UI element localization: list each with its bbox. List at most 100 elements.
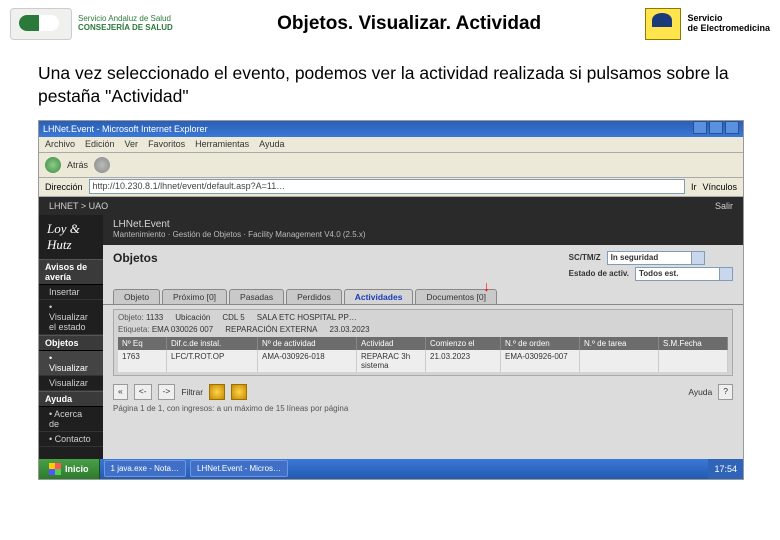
tab-perdidos[interactable]: Perdidos [286,289,342,304]
sidebar-item-contacto[interactable]: • Contacto [39,432,103,447]
menu-ayuda[interactable]: Ayuda [259,139,284,149]
sidebar-item-visualizar-estado[interactable]: • Visualizar el estado [39,300,103,335]
fecha-val: 23.03.2023 [330,325,370,334]
ie-toolbar[interactable]: Atrás [39,153,743,178]
page-info-2: líneas por página [287,404,348,413]
system-tray[interactable]: 17:54 [708,459,743,479]
pager-next[interactable]: -> [158,384,176,400]
col-nord[interactable]: N.º de orden [501,337,580,350]
col-act[interactable]: Actividad [357,337,426,350]
addr-label: Dirección [45,182,83,192]
menu-edicion[interactable]: Edición [85,139,115,149]
logo-junta-andalucia: Servicio Andaluz de Salud CONSEJERÍA DE … [10,8,173,40]
ubic-val: CDL 5 [222,313,244,322]
start-button[interactable]: Inicio [39,459,100,479]
detail-panel: Objeto: 1133 Ubicación CDL 5 SALA ETC HO… [113,309,733,376]
cell-ntar [580,350,659,372]
pager-help-label[interactable]: Ayuda [688,387,712,397]
etq-val: EMA 030026 007 [152,325,213,334]
grid-header: Nº Eq Dif.c.de instal. Nº de actividad A… [118,337,728,350]
obj-label: Objeto: [118,313,144,322]
pager: « <- -> Filtrar Ayuda ? [103,380,743,404]
slide-header: Servicio Andaluz de Salud CONSEJERÍA DE … [0,0,780,44]
tab-pasadas[interactable]: Pasadas [229,289,284,304]
filter-scn-select[interactable]: In seguridad [607,251,705,265]
menu-favoritos[interactable]: Favoritos [148,139,185,149]
filter-star2-icon[interactable] [231,384,247,400]
sidebar: Loy & Hutz Avisos de avería Insertar • V… [39,215,103,480]
slide-body-text: Una vez seleccionado el evento, podemos … [0,44,780,108]
col-ntar[interactable]: N.º de tarea [580,337,659,350]
menu-archivo[interactable]: Archivo [45,139,75,149]
task-btn-2[interactable]: LHNet.Event - Micros… [190,460,288,477]
cell-smf [659,350,728,372]
andalucia-emblem-icon [10,8,72,40]
addr-url[interactable]: http://10.230.8.1/lhnet/event/default.as… [89,179,685,194]
pager-prev[interactable]: <- [134,384,152,400]
brand-logo: Loy & Hutz [39,219,103,259]
col-nact[interactable]: Nº de actividad [258,337,357,350]
logo-electromedicina: Servicio de Electromedicina [645,8,770,40]
desc-val: REPARACIÓN EXTERNA [225,325,317,334]
etq-label: Etiqueta: [118,325,150,334]
obj-val: 1133 [146,313,163,322]
menu-ver[interactable]: Ver [125,139,139,149]
org-line2: CONSEJERÍA DE SALUD [78,24,173,33]
task-btn-1[interactable]: 1 java.exe - Nota… [104,460,186,477]
col-difc[interactable]: Dif.c.de instal. [167,337,258,350]
sidebar-item-acerca[interactable]: • Acerca de [39,407,103,432]
cell-neq: 1763 [118,350,167,372]
sidebar-item-objetos-visualizar[interactable]: • Visualizar [39,351,103,376]
tabs: ↓ Objeto Próximo [0] Pasadas Perdidos Ac… [103,289,743,305]
app-subtitle: Mantenimiento · Gestión de Objetos · Fac… [103,230,743,245]
cell-difc: LFC/T.ROT.OP [167,350,258,372]
pager-help-btn[interactable]: ? [718,384,733,400]
menu-herramientas[interactable]: Herramientas [195,139,249,149]
filter-star-icon[interactable] [209,384,225,400]
filter-estado-label: Estado de activ. [569,269,629,278]
window-controls[interactable] [691,121,739,136]
app-topbar: LHNET > UAO Salir [39,197,743,215]
filter-scn-label: SC/TM/Z [569,253,601,262]
exit-link[interactable]: Salir [715,201,733,211]
links-label[interactable]: Vínculos [702,182,737,192]
sidebar-item-insertar[interactable]: Insertar [39,285,103,300]
sidebar-group-ayuda[interactable]: Ayuda [39,391,103,407]
col-neq[interactable]: Nº Eq [118,337,167,350]
ie-menubar[interactable]: Archivo Edición Ver Favoritos Herramient… [39,137,743,153]
grid-row[interactable]: 1763 LFC/T.ROT.OP AMA-030926-018 REPARAC… [118,350,728,372]
section-heading: Objetos [113,251,158,265]
sidebar-group-objetos[interactable]: Objetos [39,335,103,351]
pointer-arrow-icon: ↓ [483,279,490,293]
forward-icon[interactable] [94,157,110,173]
start-label: Inicio [65,464,89,474]
pager-first[interactable]: « [113,384,128,400]
taskbar[interactable]: Inicio 1 java.exe - Nota… LHNet.Event - … [39,459,743,479]
logo-right-text: Servicio de Electromedicina [687,14,770,34]
ie-titlebar: LHNet.Event - Microsoft Internet Explore… [39,121,743,137]
page-info-val: 15 [276,404,285,413]
electromedicina-icon [645,8,681,40]
tab-proximo[interactable]: Próximo [0] [162,289,227,304]
minimize-icon[interactable] [693,121,707,134]
col-smf[interactable]: S.M.Fecha [659,337,728,350]
page-info: Página 1 de 1, con ingresos: a un máximo… [103,404,743,419]
back-icon[interactable] [45,157,61,173]
tab-objeto[interactable]: Objeto [113,289,160,304]
sidebar-item-visualizar[interactable]: Visualizar [39,376,103,391]
ie-addressbar[interactable]: Dirección http://10.230.8.1/lhnet/event/… [39,178,743,197]
go-button[interactable]: Ir [691,182,697,192]
sidebar-group-avisos[interactable]: Avisos de avería [39,259,103,285]
back-label[interactable]: Atrás [67,160,88,170]
screenshot: LHNet.Event - Microsoft Internet Explore… [38,120,744,480]
maximize-icon[interactable] [709,121,723,134]
filters: SC/TM/Z In seguridad Estado de activ. To… [569,251,733,283]
right-line2: de Electromedicina [687,24,770,34]
app-title: LHNet.Event [113,219,733,230]
close-icon[interactable] [725,121,739,134]
tab-actividades[interactable]: Actividades [344,289,414,304]
main-panel: LHNet.Event Mantenimiento · Gestión de O… [103,215,743,480]
col-com[interactable]: Comienzo el [426,337,501,350]
ubic-label: Ubicación [175,313,210,322]
filter-estado-select[interactable]: Todos est. [635,267,733,281]
